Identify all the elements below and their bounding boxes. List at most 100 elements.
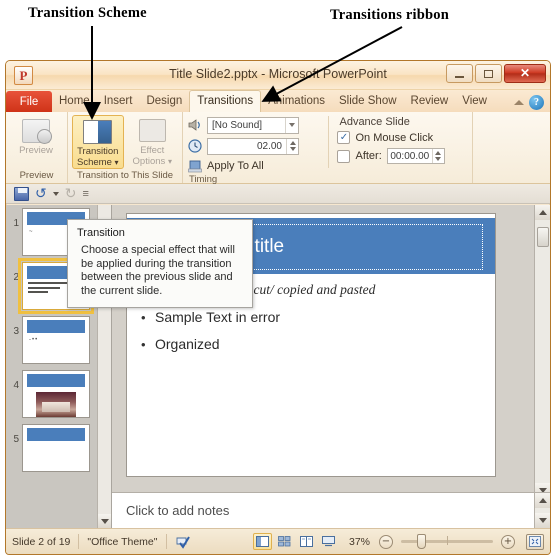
bullet-glyph-icon: • <box>141 337 146 352</box>
transition-duration-value: 02.00 <box>256 140 282 152</box>
bullet-glyph-icon: • <box>141 310 146 325</box>
tab-transitions[interactable]: Transitions <box>189 90 262 112</box>
ribbon-group-label-transition-to-this-slide: Transition to This Slide <box>76 170 174 181</box>
customize-qat-icon[interactable]: ≡ <box>82 188 88 200</box>
ribbon-group-transition-to-this-slide: Transition Scheme ▾ Effect Options ▾ Tra… <box>68 112 183 183</box>
transition-duration-row: 02.00 <box>187 137 326 155</box>
zoom-slider-tick <box>447 536 448 545</box>
ribbon-tab-strip: File Home Insert Design Transitions Anim… <box>6 90 550 112</box>
tooltip-body: Choose a special effect that will be app… <box>81 244 235 297</box>
help-icon[interactable]: ? <box>529 95 544 110</box>
thumbnail-scroll-down-button[interactable] <box>98 514 111 528</box>
thumbnail-content: -•• <box>29 337 39 343</box>
thumbnail-card[interactable]: -•• <box>22 316 90 364</box>
scroll-up-button[interactable] <box>535 205 550 220</box>
after-row[interactable]: After: 00:00.00 <box>337 148 468 164</box>
slide-bullet-2[interactable]: • Sample Text in error <box>141 309 483 325</box>
zoom-out-button[interactable]: − <box>379 534 393 549</box>
thumbnail-card[interactable] <box>22 424 90 472</box>
thumbnail-slide-5[interactable]: 5 <box>6 424 98 472</box>
undo-icon[interactable]: ↺ <box>35 187 47 201</box>
zoom-slider-handle[interactable] <box>417 534 426 549</box>
transition-sound-dropdown[interactable]: [No Sound] <box>207 116 299 134</box>
notes-scroll-up-button[interactable] <box>535 493 550 508</box>
slide-sorter-view-button[interactable] <box>275 533 294 550</box>
transition-scheme-label-line1: Transition <box>77 146 119 157</box>
tab-design[interactable]: Design <box>139 91 189 112</box>
preview-button[interactable]: Preview <box>10 115 62 156</box>
ribbon-empty-area <box>473 112 550 183</box>
effect-options-button[interactable]: Effect Options ▾ <box>127 115 178 167</box>
thumbnail-slide-3[interactable]: 3 -•• <box>6 316 98 364</box>
notes-pane[interactable]: Click to add notes <box>112 492 550 528</box>
apply-to-all-icon <box>187 158 203 174</box>
annotation-label-transition-scheme: Transition Scheme <box>28 5 147 21</box>
slide-show-view-button[interactable] <box>319 533 338 550</box>
thumbnail-card[interactable] <box>22 370 90 418</box>
tab-view[interactable]: View <box>455 91 494 112</box>
after-time-spinner[interactable]: 00:00.00 <box>386 148 445 164</box>
ribbon-group-preview: Preview Preview <box>6 112 68 183</box>
view-buttons: 37% − + <box>252 533 544 550</box>
thumbnail-slide-4[interactable]: 4 <box>6 370 98 418</box>
apply-to-all-button[interactable]: Apply To All <box>187 158 326 174</box>
quick-access-toolbar: ↺ ↻ ≡ <box>6 184 550 204</box>
spin-down-icon[interactable] <box>289 147 296 151</box>
ribbon-right-controls: ? <box>514 95 550 112</box>
tab-insert[interactable]: Insert <box>97 91 140 112</box>
after-spin-down-icon[interactable] <box>435 157 442 161</box>
notes-scroll-down-button[interactable] <box>535 513 550 528</box>
effect-options-label-line2: Options ▾ <box>132 156 172 167</box>
thumbnail-title-bar <box>27 374 85 387</box>
sound-icon <box>187 117 203 133</box>
tooltip-title: Transition <box>77 227 125 239</box>
apply-to-all-label: Apply To All <box>207 160 264 172</box>
transition-duration-spinner[interactable]: 02.00 <box>207 137 299 155</box>
minimize-button[interactable] <box>446 64 473 83</box>
preview-button-label: Preview <box>19 145 53 156</box>
tab-file[interactable]: File <box>6 91 52 112</box>
spin-up-icon[interactable] <box>289 141 296 145</box>
duration-spin-arrows[interactable] <box>286 138 298 154</box>
reading-view-button[interactable] <box>297 533 316 550</box>
fit-to-window-button[interactable] <box>526 533 544 550</box>
tab-animations[interactable]: Animations <box>261 91 332 112</box>
status-bar: Slide 2 of 19 "Office Theme" 37% − + <box>6 528 550 554</box>
thumbnail-number: 2 <box>13 272 19 283</box>
save-icon[interactable] <box>14 186 29 201</box>
on-mouse-click-row[interactable]: ✓ On Mouse Click <box>337 131 468 144</box>
transition-scheme-button[interactable]: Transition Scheme ▾ <box>72 115 124 169</box>
scrollbar-thumb[interactable] <box>537 227 549 247</box>
slide-bullet-text: Sample Text in error <box>155 309 281 325</box>
thumbnail-number: 5 <box>13 434 19 445</box>
restore-button[interactable] <box>475 64 502 83</box>
transition-sound-row: [No Sound] <box>187 116 326 134</box>
zoom-in-button[interactable]: + <box>501 534 515 549</box>
theme-name: "Office Theme" <box>87 535 158 548</box>
after-spin-up-icon[interactable] <box>435 151 442 155</box>
minimize-ribbon-icon[interactable] <box>514 100 524 105</box>
zoom-slider[interactable] <box>401 534 493 549</box>
spellcheck-icon[interactable] <box>175 535 192 549</box>
effect-options-icon <box>138 119 166 142</box>
status-divider <box>78 534 80 549</box>
thumbnail-number: 3 <box>13 326 19 337</box>
slide-bullet-3[interactable]: • Organized <box>141 336 483 352</box>
close-button[interactable]: ✕ <box>504 64 546 83</box>
on-mouse-click-checkbox[interactable]: ✓ <box>337 131 351 144</box>
status-divider <box>165 534 167 549</box>
tab-review[interactable]: Review <box>404 91 456 112</box>
advance-slide-label: Advance Slide <box>339 116 410 128</box>
chevron-down-icon[interactable] <box>285 117 298 133</box>
redo-icon[interactable]: ↻ <box>65 187 77 201</box>
notes-scrollbar[interactable] <box>534 493 550 528</box>
normal-view-button[interactable] <box>252 533 272 550</box>
zoom-level: 37% <box>348 535 370 548</box>
preview-icon <box>22 118 52 144</box>
slide-vertical-scrollbar[interactable] <box>534 205 550 528</box>
after-checkbox[interactable] <box>337 149 351 163</box>
tab-home[interactable]: Home <box>52 91 97 112</box>
tab-slide-show[interactable]: Slide Show <box>332 91 404 112</box>
undo-dropdown-icon[interactable] <box>52 191 59 196</box>
after-spin-arrows[interactable] <box>431 149 444 163</box>
